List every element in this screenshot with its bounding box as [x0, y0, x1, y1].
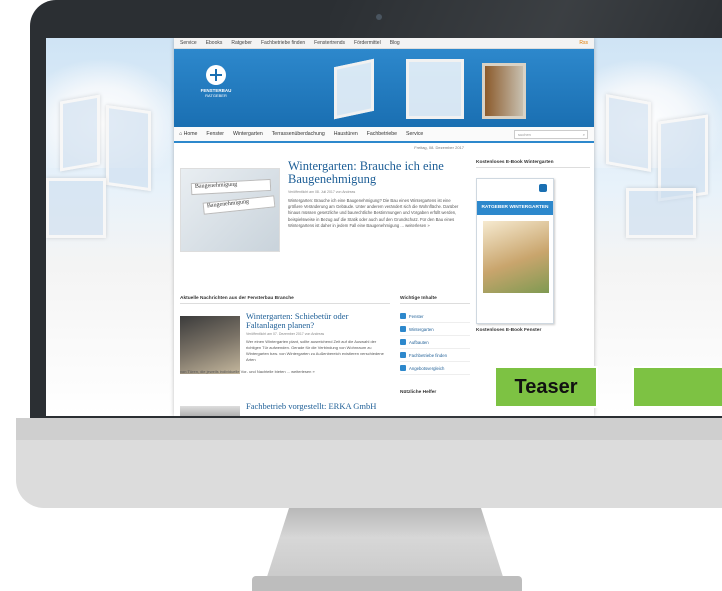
site-logo[interactable]: FENSTERBAU RATGEBER — [194, 65, 238, 111]
window-logo-icon — [206, 65, 226, 85]
topmenu-ratgeber[interactable]: Ratgeber — [231, 40, 252, 46]
current-date: Freitag, 08. Dezember 2017 — [414, 145, 464, 150]
featured-image[interactable]: Baugenehmigung Baugenehmigung — [180, 168, 280, 252]
news-heading: Aktuelle Nachrichten aus der Fensterbau … — [180, 296, 390, 304]
quick-link-angebot[interactable]: Angebotsvergleich — [400, 362, 470, 375]
topmenu-fachbetriebe[interactable]: Fachbetriebe finden — [261, 40, 305, 46]
nav-service[interactable]: Service — [406, 131, 423, 137]
main-nav: ⌂ Home Fenster Wintergarten Terrassenübe… — [174, 127, 594, 143]
teaser-badge[interactable]: Teaser — [494, 366, 598, 408]
nav-terrassen[interactable]: Terrassenüberdachung — [272, 131, 325, 137]
door-icon — [400, 339, 406, 345]
house-icon — [400, 326, 406, 332]
quick-links-heading: Wichtige Inhalte — [400, 296, 470, 304]
search-icon[interactable]: ⌕ — [583, 132, 585, 137]
quick-link-fachbetriebe[interactable]: Fachbetriebe finden — [400, 349, 470, 362]
teaser-badge-secondary[interactable] — [632, 366, 722, 408]
article-meta: Veröffentlicht am 07. Dezember 2017 von … — [246, 332, 325, 336]
ebook-photo — [483, 221, 549, 293]
window-illustration — [106, 104, 151, 192]
monitor-mockup: Service Ebooks Ratgeber Fachbetriebe fin… — [0, 0, 722, 591]
featured-title[interactable]: Wintergarten: Brauche ich eine Baugenehm… — [288, 160, 468, 186]
topmenu-service[interactable]: Service — [180, 40, 197, 46]
nav-fachbetriebe[interactable]: Fachbetriebe — [367, 131, 397, 137]
article-title[interactable]: Fachbetrieb vorgestellt: ERKA GmbH — [246, 402, 388, 411]
quick-links: Fenster Wintergarten Aufbauten Fachbetri… — [400, 310, 470, 375]
ebook-cover[interactable]: RATGEBER WINTERGARTEN — [476, 178, 554, 324]
window-illustration — [334, 58, 374, 120]
topmenu-blog[interactable]: Blog — [390, 40, 400, 46]
featured-meta: Veröffentlicht am 08. Juli 2017 von Andr… — [288, 190, 356, 194]
tools-heading: Nützliche Helfer — [400, 390, 437, 395]
article-excerpt: Wer einen Wintergarten plant, sollte aus… — [246, 339, 384, 362]
window-illustration — [626, 188, 696, 238]
header-banner: FENSTERBAU RATGEBER — [174, 49, 594, 127]
featured-excerpt: Wintergarten: Brauche ich eine Baugenehm… — [288, 198, 459, 228]
nav-haustueren[interactable]: Haustüren — [334, 131, 358, 137]
screen: Service Ebooks Ratgeber Fachbetriebe fin… — [46, 38, 722, 416]
window-illustration — [46, 178, 106, 238]
window-profile-illustration — [482, 63, 526, 119]
sidebar-ebook: Kostenloses E-Book Wintergarten RATGEBER… — [476, 160, 590, 338]
top-menu: Service Ebooks Ratgeber Fachbetriebe fin… — [174, 38, 594, 49]
topmenu-fenstertrends[interactable]: Fenstertrends — [314, 40, 345, 46]
featured-article: Baugenehmigung Baugenehmigung Wintergart… — [180, 160, 470, 255]
nav-fenster[interactable]: Fenster — [206, 131, 224, 137]
window-illustration — [606, 94, 651, 172]
logo-icon — [539, 184, 547, 192]
article-excerpt-cont: von Türen, die jeweils individuelle Vor-… — [180, 369, 315, 374]
ebook-heading: Kostenloses E-Book Wintergarten — [476, 160, 590, 168]
camera-icon — [376, 14, 382, 20]
news-article: Fachbetrieb vorgestellt: ERKA GmbH — [180, 402, 390, 416]
rss-link[interactable]: Rss — [579, 40, 588, 46]
search-input[interactable]: suchen ⌕ — [514, 129, 588, 139]
monitor-base — [252, 576, 522, 591]
window-icon — [400, 313, 406, 319]
topmenu-foerdermittel[interactable]: Fördermittel — [354, 40, 381, 46]
window-illustration — [406, 59, 464, 119]
article-image[interactable] — [180, 316, 240, 374]
quick-link-aufbauten[interactable]: Aufbauten — [400, 336, 470, 349]
monitor-stand — [265, 508, 505, 583]
article-image[interactable] — [180, 406, 240, 416]
article-title[interactable]: Wintergarten: Schiebetür oder Faltanlage… — [246, 312, 388, 330]
calculator-icon — [400, 365, 406, 371]
news-article: Wintergarten: Schiebetür oder Faltanlage… — [180, 312, 390, 382]
nav-home[interactable]: ⌂ Home — [179, 131, 197, 137]
quick-link-wintergarten[interactable]: Wintergarten — [400, 323, 470, 336]
nav-wintergarten[interactable]: Wintergarten — [233, 131, 263, 137]
topmenu-ebooks[interactable]: Ebooks — [206, 40, 223, 46]
ebook2-heading: Kostenloses E-Book Fenster — [476, 328, 542, 333]
person-icon — [400, 352, 406, 358]
window-illustration — [60, 94, 100, 172]
website: Service Ebooks Ratgeber Fachbetriebe fin… — [174, 38, 594, 416]
quick-link-fenster[interactable]: Fenster — [400, 310, 470, 323]
